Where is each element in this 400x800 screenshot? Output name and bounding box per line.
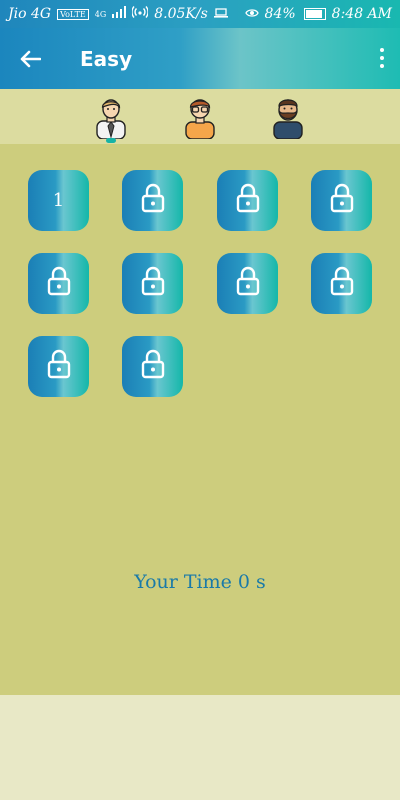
battery-percent: 84% xyxy=(264,6,296,22)
laptop-icon xyxy=(213,6,228,22)
more-vert-icon[interactable] xyxy=(380,48,386,68)
man-tie-avatar-icon xyxy=(96,99,126,139)
locked-level-tile[interactable] xyxy=(122,253,183,314)
selected-tab-indicator xyxy=(106,138,116,143)
lock-icon xyxy=(47,266,71,301)
lock-icon xyxy=(236,183,260,218)
locked-level-tile[interactable] xyxy=(311,170,372,231)
clock: 8:48 AM xyxy=(331,6,392,22)
level-tile[interactable]: 1 xyxy=(28,170,89,231)
back-button[interactable] xyxy=(0,28,60,89)
app-bar: Easy xyxy=(0,28,400,89)
tab-man-beard[interactable] xyxy=(265,95,311,141)
network-label: 4G xyxy=(94,9,107,19)
hotspot-icon xyxy=(131,5,149,23)
lock-icon xyxy=(47,349,71,384)
volte-badge: VoLTE xyxy=(57,8,89,20)
lock-icon xyxy=(141,183,165,218)
carrier-label: Jio 4G xyxy=(8,6,52,22)
lock-icon xyxy=(141,349,165,384)
tab-man-tie[interactable] xyxy=(88,95,134,141)
locked-level-tile[interactable] xyxy=(28,336,89,397)
locked-level-tile[interactable] xyxy=(217,170,278,231)
locked-level-tile[interactable] xyxy=(28,253,89,314)
avatar-tabs xyxy=(0,89,400,144)
locked-level-tile[interactable] xyxy=(217,253,278,314)
battery-icon xyxy=(303,8,326,20)
lock-icon xyxy=(141,266,165,301)
locked-level-tile[interactable] xyxy=(311,253,372,314)
tab-man-glasses[interactable] xyxy=(177,95,223,141)
signal-icon xyxy=(112,6,127,22)
lock-icon xyxy=(236,266,260,301)
your-time-label: Your Time 0 s xyxy=(134,571,266,593)
speed-label: 8.05K/s xyxy=(154,6,208,22)
man-beard-avatar-icon xyxy=(273,99,303,139)
lock-icon xyxy=(330,183,354,218)
man-glasses-avatar-icon xyxy=(185,99,215,139)
levels-panel: 1 Your Time 0 s xyxy=(0,144,400,695)
locked-level-tile[interactable] xyxy=(122,170,183,231)
page-title: Easy xyxy=(80,46,133,71)
locked-level-tile[interactable] xyxy=(122,336,183,397)
lock-icon xyxy=(330,266,354,301)
level-number: 1 xyxy=(52,190,65,211)
arrow-left-icon xyxy=(20,50,41,67)
eye-icon xyxy=(244,6,259,22)
status-bar: Jio 4G VoLTE 4G 8.05K/s 84% 8:48 AM xyxy=(0,0,400,28)
